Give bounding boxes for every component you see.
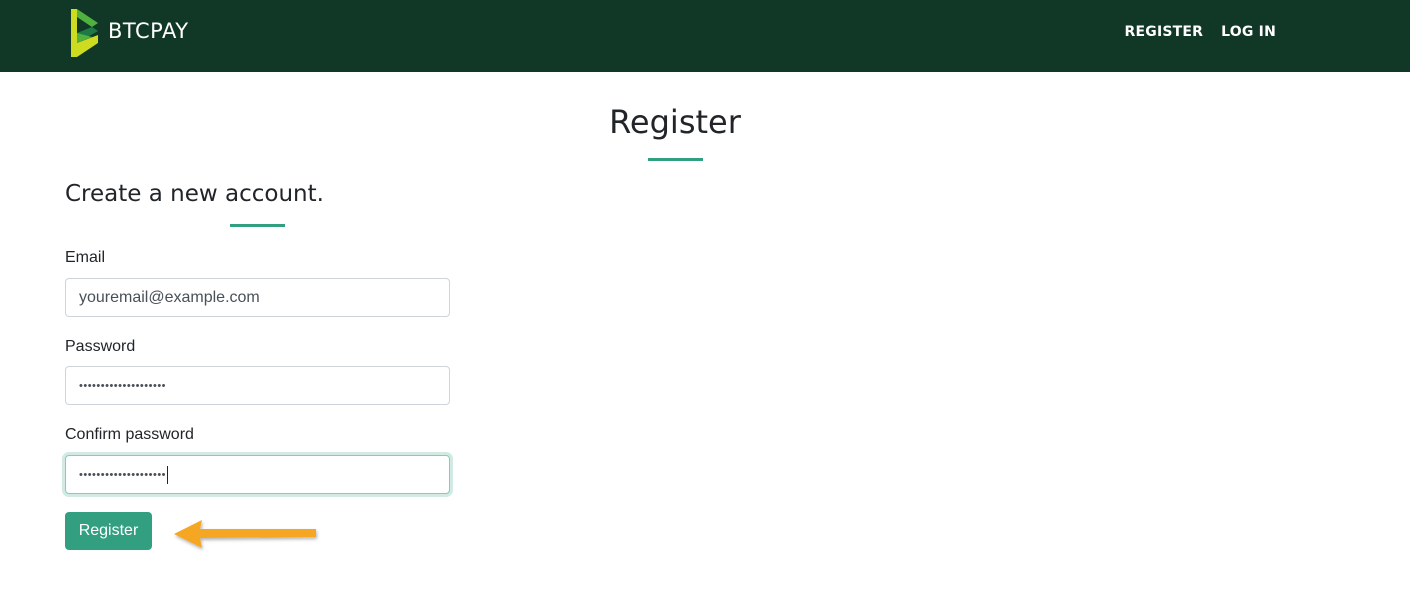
email-label: Email (65, 249, 106, 266)
btcpay-logo-icon (71, 9, 98, 57)
password-masked-value: •••••••••••••••••••• (79, 379, 167, 392)
nav-login-link[interactable]: LOG IN (1221, 24, 1276, 40)
main-nav: REGISTER LOG IN (1125, 24, 1276, 40)
subtitle-underline (230, 224, 285, 227)
confirm-password-masked-value: •••••••••••••••••••• (79, 468, 167, 481)
confirm-password-label: Confirm password (65, 426, 194, 443)
text-caret (167, 465, 169, 484)
confirm-password-input[interactable]: •••••••••••••••••••• (65, 455, 450, 494)
title-underline (648, 158, 703, 161)
password-input[interactable]: •••••••••••••••••••• (65, 366, 450, 405)
top-navbar: BTCPAY REGISTER LOG IN (0, 0, 1410, 72)
left-arrow-icon (174, 520, 316, 548)
nav-register-link[interactable]: REGISTER (1125, 24, 1204, 40)
brand-name: BTCPAY (108, 19, 189, 43)
page-title: Register (609, 103, 741, 141)
email-input[interactable] (65, 278, 450, 317)
brand-logo-link[interactable]: BTCPAY (68, 6, 189, 60)
form-subtitle: Create a new account. (65, 181, 324, 207)
register-button[interactable]: Register (65, 512, 152, 550)
password-label: Password (65, 338, 136, 355)
